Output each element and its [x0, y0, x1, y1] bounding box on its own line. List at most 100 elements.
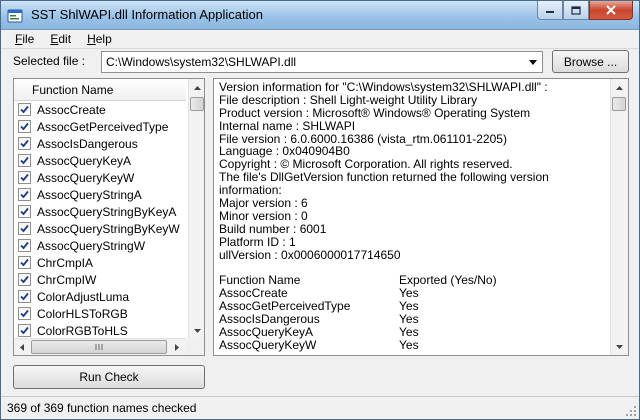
info-scroll-thumb[interactable] — [612, 97, 626, 111]
function-checkbox[interactable] — [18, 290, 31, 303]
chevron-right-icon — [175, 344, 179, 351]
minimize-button[interactable] — [537, 1, 563, 20]
function-list-item[interactable]: AssocQueryStringByKeyW — [14, 220, 186, 237]
chevron-left-icon — [20, 344, 24, 351]
function-list-item[interactable]: ColorAdjustLuma — [14, 288, 186, 305]
function-list-item[interactable]: AssocQueryKeyA — [14, 152, 186, 169]
function-name: ColorHLSToRGB — [37, 306, 128, 321]
chevron-down-icon — [615, 344, 623, 349]
function-list-item[interactable]: AssocQueryStringByKeyA — [14, 203, 186, 220]
scroll-left-button[interactable] — [14, 339, 30, 355]
function-list-item[interactable]: AssocQueryKeyW — [14, 169, 186, 186]
function-list-item[interactable]: ChrCmpIA — [14, 254, 186, 271]
info-vscrollbar[interactable] — [610, 79, 628, 355]
run-check-button[interactable]: Run Check — [13, 365, 205, 389]
selected-file-value: C:\Windows\system32\SHLWAPI.dll — [106, 55, 297, 69]
function-checkbox[interactable] — [18, 154, 31, 167]
checkmark-icon — [20, 105, 29, 114]
browse-button[interactable]: Browse ... — [552, 50, 629, 73]
function-list-item[interactable]: ChrCmpIW — [14, 271, 186, 288]
menu-help-label: elp — [95, 32, 112, 46]
function-checkbox[interactable] — [18, 205, 31, 218]
selected-file-combo[interactable]: C:\Windows\system32\SHLWAPI.dll — [101, 51, 543, 73]
scroll-right-button[interactable] — [169, 339, 185, 355]
checkmark-icon — [20, 173, 29, 182]
function-name: AssocQueryKeyA — [37, 153, 132, 168]
resize-grip-icon[interactable] — [625, 405, 637, 417]
function-checkbox[interactable] — [18, 273, 31, 286]
checkmark-icon — [20, 139, 29, 148]
info-text: Version information for "C:\Windows\syst… — [219, 81, 611, 352]
info-line: Platform ID : 1 — [219, 234, 296, 249]
function-name: AssocCreate — [37, 102, 106, 117]
function-list-hscrollbar[interactable] — [14, 338, 186, 355]
function-checkbox[interactable] — [18, 103, 31, 116]
function-checkbox[interactable] — [18, 222, 31, 235]
checkmark-icon — [20, 241, 29, 250]
menu-file[interactable]: File — [7, 30, 42, 48]
export-row-name: AssocQueryKeyA — [219, 324, 314, 339]
function-list: AssocCreate AssocGetPerceivedType AssocIsD… — [14, 101, 186, 339]
export-header-exported: Exported (Yes/No) — [399, 273, 497, 288]
info-line: Version information for "C:\Windows\syst… — [219, 80, 548, 94]
function-name: AssocQueryStringByKeyW — [37, 221, 180, 236]
function-checkbox[interactable] — [18, 307, 31, 320]
function-checkbox[interactable] — [18, 137, 31, 150]
function-checkbox[interactable] — [18, 324, 31, 337]
caption-buttons — [537, 1, 633, 21]
checkmark-icon — [20, 258, 29, 267]
window-title: SST ShlWAPI.dll Information Application — [31, 7, 263, 22]
export-table-row: AssocQueryKeyA Yes — [219, 326, 611, 339]
scroll-up-button[interactable] — [189, 79, 204, 96]
info-line: Product version : Microsoft® Windows® Op… — [219, 105, 531, 120]
menu-bar: File Edit Help — [1, 30, 639, 49]
title-bar[interactable]: SST ShlWAPI.dll Information Application — [1, 1, 639, 30]
function-checkbox[interactable] — [18, 171, 31, 184]
function-name: AssocIsDangerous — [37, 136, 138, 151]
info-line: ullVersion : 0x0006000017714650 — [219, 247, 401, 262]
function-name: AssocQueryStringByKeyA — [37, 204, 177, 219]
export-table: Function Name Exported (Yes/No) AssocCre… — [219, 274, 611, 351]
function-checkbox[interactable] — [18, 120, 31, 133]
function-checkbox[interactable] — [18, 256, 31, 269]
function-checkbox[interactable] — [18, 239, 31, 252]
function-list-item[interactable]: AssocGetPerceivedType — [14, 118, 186, 135]
menu-help[interactable]: Help — [79, 30, 120, 48]
function-list-vscrollbar[interactable] — [188, 79, 204, 339]
info-line: File description : Shell Light-weight Ut… — [219, 92, 478, 107]
function-name: AssocQueryStringA — [37, 187, 142, 202]
scroll-thumb[interactable] — [190, 97, 204, 111]
function-list-header[interactable]: Function Name — [14, 79, 186, 101]
menu-help-accel: H — [87, 32, 96, 46]
scroll-down-button[interactable] — [189, 322, 204, 339]
info-panel[interactable]: Version information for "C:\Windows\syst… — [213, 78, 629, 356]
menu-edit-label: dit — [58, 32, 72, 46]
combo-dropdown-button[interactable] — [524, 52, 542, 72]
info-scroll-up-button[interactable] — [611, 79, 627, 96]
export-row-exported: Yes — [399, 324, 419, 339]
export-row-exported: Yes — [399, 286, 419, 301]
chevron-up-icon — [615, 85, 623, 90]
close-button[interactable] — [589, 1, 633, 20]
file-selector-row: Selected file : C:\Windows\system32\SHLW… — [1, 49, 639, 75]
close-icon — [606, 5, 616, 15]
info-line: Internal name : SHLWAPI — [219, 118, 356, 133]
hscroll-thumb[interactable] — [31, 340, 167, 354]
minimize-icon — [546, 11, 554, 13]
export-row-exported: Yes — [399, 312, 419, 327]
function-list-item[interactable]: ColorHLSToRGB — [14, 305, 186, 322]
info-scroll-down-button[interactable] — [611, 338, 627, 355]
function-list-item[interactable]: AssocIsDangerous — [14, 135, 186, 152]
maximize-button[interactable] — [563, 1, 589, 20]
function-list-item[interactable]: AssocQueryStringA — [14, 186, 186, 203]
export-table-rows: AssocCreate Yes AssocGetPerceivedType Yes As… — [219, 287, 611, 351]
function-list-item[interactable]: AssocQueryStringW — [14, 237, 186, 254]
chevron-down-icon — [529, 59, 537, 65]
export-row-exported: Yes — [399, 299, 419, 314]
status-text: 369 of 369 function names checked — [7, 401, 197, 415]
function-checkbox[interactable] — [18, 188, 31, 201]
function-list-item[interactable]: AssocCreate — [14, 101, 186, 118]
menu-edit[interactable]: Edit — [42, 30, 79, 48]
function-list-item[interactable]: ColorRGBToHLS — [14, 322, 186, 339]
checkmark-icon — [20, 156, 29, 165]
